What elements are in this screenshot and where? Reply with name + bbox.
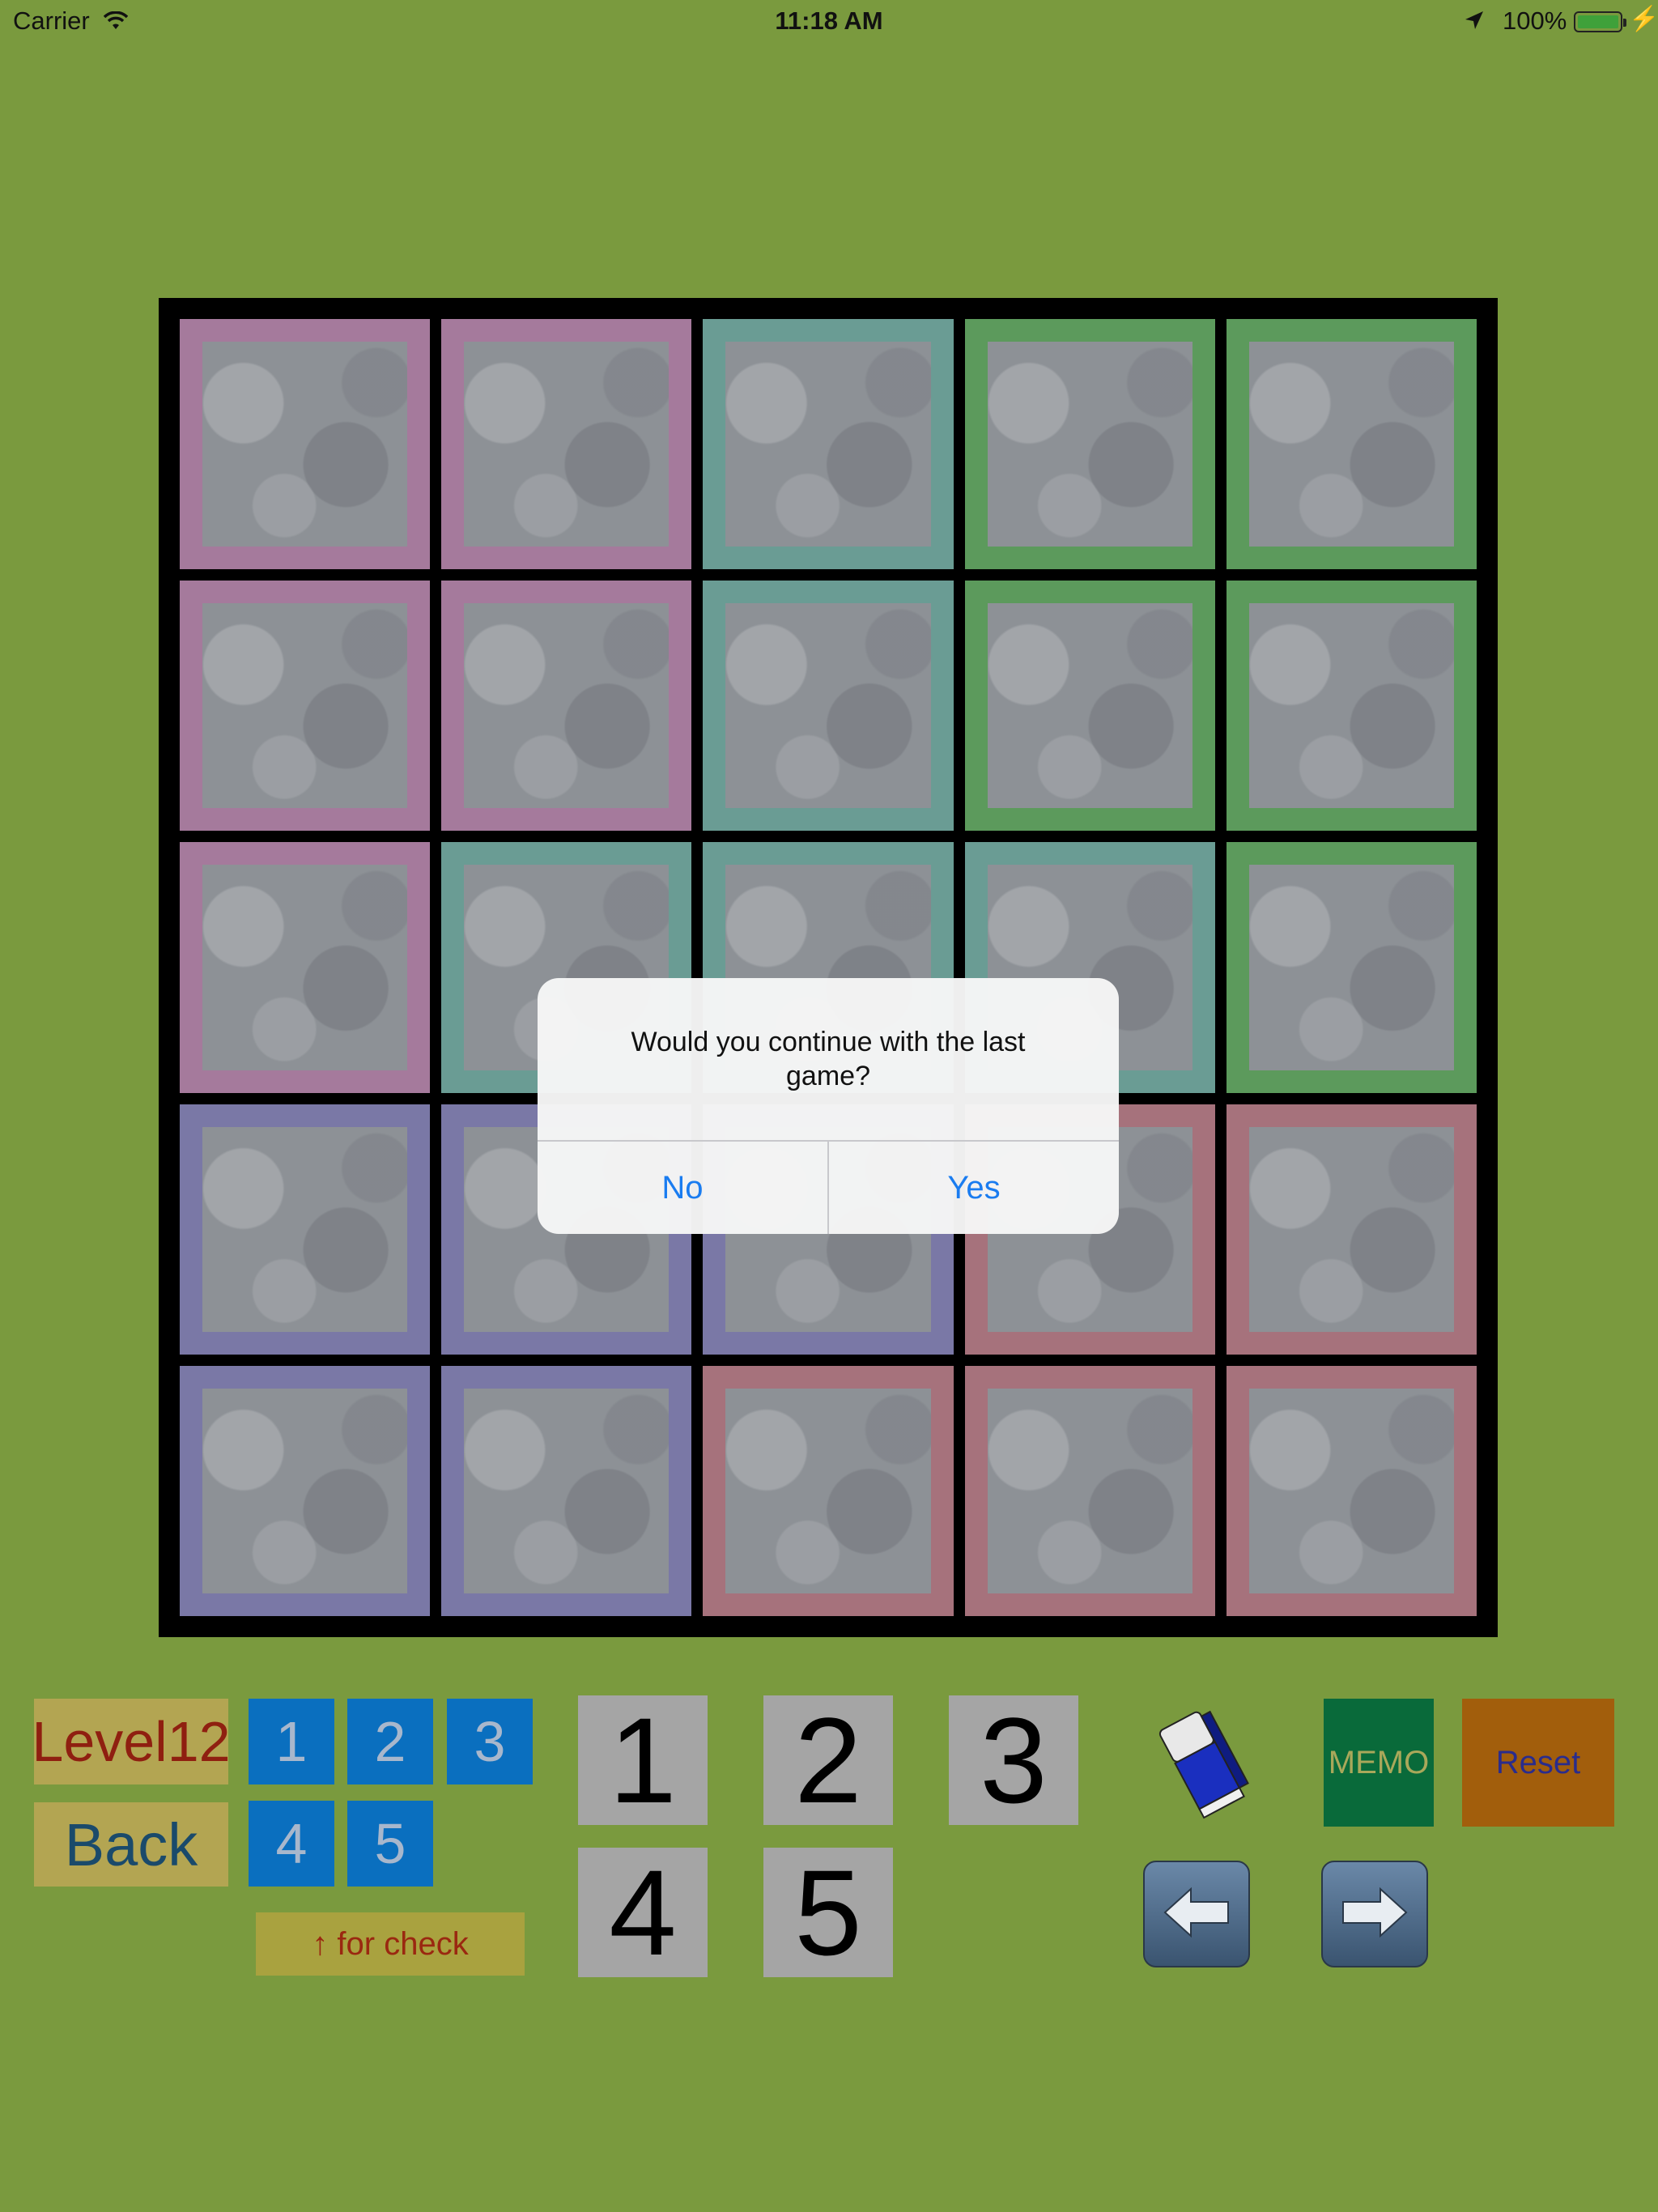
yes-button[interactable]: Yes <box>829 1142 1119 1234</box>
dialog-message: Would you continue with the last game? <box>631 1027 1026 1091</box>
alert-overlay: Would you continue with the last game? N… <box>0 0 1658 2212</box>
continue-dialog: Would you continue with the last game? N… <box>538 978 1119 1234</box>
no-button[interactable]: No <box>538 1142 827 1234</box>
